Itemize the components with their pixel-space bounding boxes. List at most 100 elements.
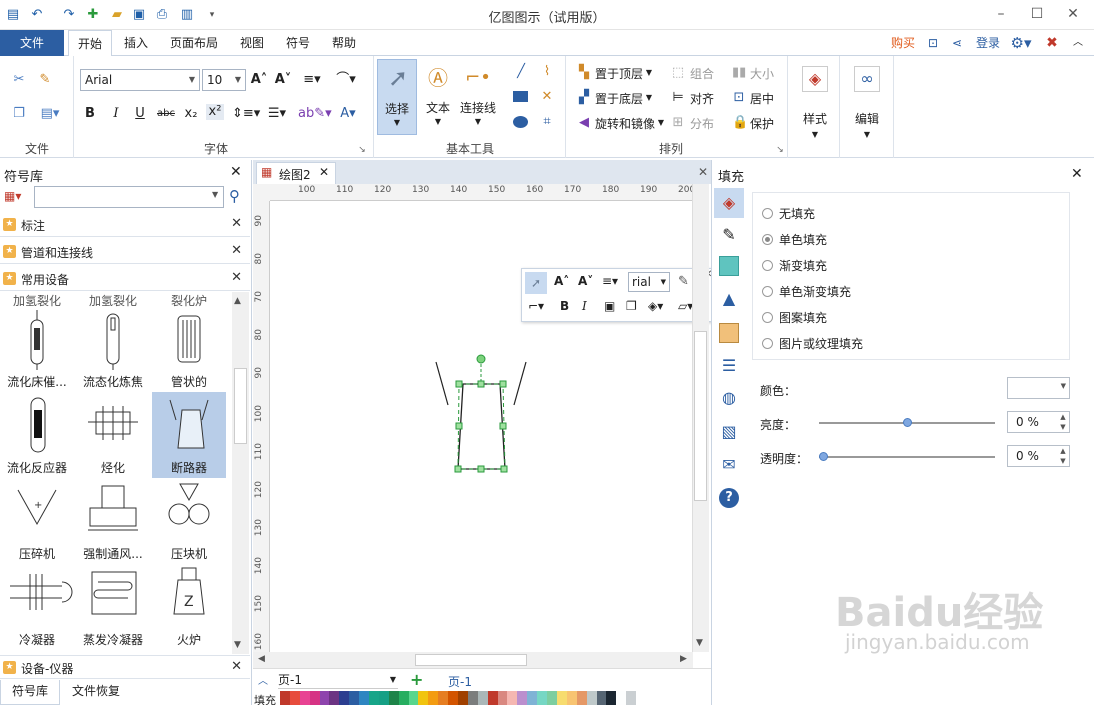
text-highlight-icon[interactable]: ab✎▾: [298, 106, 332, 122]
canvas-vscroll-thumb[interactable]: [694, 331, 707, 501]
category-close-icon[interactable]: ✕: [231, 659, 242, 674]
font-dialog-launcher-icon[interactable]: ↘: [356, 142, 368, 158]
symbol-briquetting[interactable]: 压块机: [152, 478, 226, 564]
symbol-condenser[interactable]: 冷凝器: [0, 564, 74, 650]
palette-swatch[interactable]: [398, 691, 409, 705]
symbol-evaporative-condenser[interactable]: 蒸发冷凝器: [76, 564, 150, 650]
category-close-icon[interactable]: ✕: [231, 243, 242, 258]
page-tab[interactable]: 页-1: [448, 673, 472, 690]
bring-to-front-icon[interactable]: ▚: [576, 65, 592, 81]
bold-icon[interactable]: B: [82, 106, 98, 122]
distribute-icon[interactable]: ⊞: [670, 115, 686, 131]
search-icon[interactable]: ⚲: [229, 187, 240, 205]
layer-panel-icon[interactable]: [719, 323, 739, 343]
rotation-handle[interactable]: [476, 354, 486, 364]
symbol-crusher[interactable]: + 压碎机: [0, 478, 74, 564]
floating-line-icon[interactable]: ▱▾: [678, 299, 693, 313]
symbol-circuit-breaker[interactable]: 断路器: [152, 392, 226, 478]
tab-page-layout[interactable]: 页面布局: [164, 30, 224, 56]
tab-view[interactable]: 视图: [232, 30, 272, 56]
edit-button[interactable]: ∞ 编辑 ▼: [844, 62, 890, 146]
tab-symbol-library[interactable]: 符号库: [0, 680, 60, 705]
buy-link[interactable]: 购买: [886, 30, 920, 56]
align-button[interactable]: 对齐: [690, 90, 714, 107]
rotate-mirror-button[interactable]: 旋转和镜像: [595, 115, 655, 132]
floating-connector-icon[interactable]: ⌐▾: [528, 299, 544, 313]
line-panel-icon[interactable]: ✎: [719, 225, 739, 245]
transparency-slider-knob[interactable]: [819, 452, 828, 461]
resize-handle[interactable]: [499, 380, 507, 388]
protect-icon[interactable]: 🔒: [732, 115, 748, 131]
symbol-fluid-bed-catalytic[interactable]: 流化床催...: [0, 306, 74, 392]
palette-swatch[interactable]: [349, 691, 360, 705]
shadow-panel-icon[interactable]: [719, 256, 739, 276]
palette-swatch[interactable]: [576, 691, 587, 705]
palette-swatch[interactable]: [458, 691, 468, 705]
distribute-button[interactable]: 分布: [690, 115, 714, 132]
select-tool-button[interactable]: ➚ 选择 ▼: [377, 59, 417, 135]
font-shrink-icon[interactable]: A˅: [274, 72, 292, 88]
floating-bold-icon[interactable]: B: [560, 299, 569, 313]
rotate-mirror-icon[interactable]: ◀: [576, 115, 592, 131]
floating-back-icon[interactable]: ❐: [626, 299, 637, 313]
symbol-forced-draft[interactable]: 强制通风...: [76, 478, 150, 564]
palette-swatch[interactable]: [339, 691, 350, 705]
palette-swatch[interactable]: [289, 691, 300, 705]
text-path-icon[interactable]: ⌒▾: [332, 72, 360, 88]
size-button[interactable]: 大小: [750, 65, 774, 82]
library-scrollbar[interactable]: [232, 292, 249, 654]
palette-swatch[interactable]: [517, 691, 528, 705]
tab-home[interactable]: 开始: [68, 30, 112, 57]
palette-swatch[interactable]: [428, 691, 439, 705]
symbol-furnace[interactable]: Z 火炉: [152, 564, 226, 650]
fill-option-image[interactable]: 图片或纹理填充: [762, 335, 863, 352]
palette-swatch[interactable]: [566, 691, 577, 705]
text-tool-button[interactable]: Ⓐ 文本 ▼: [420, 59, 456, 135]
fill-option-pattern[interactable]: 图案填充: [762, 309, 827, 326]
bring-to-front-button[interactable]: 置于顶层: [595, 65, 643, 82]
palette-swatch[interactable]: [507, 691, 518, 705]
canvas-scroll-left-icon[interactable]: ◀: [258, 654, 265, 664]
floating-pointer-icon[interactable]: ➚: [525, 272, 547, 294]
share-page-icon[interactable]: ⊡: [924, 30, 942, 56]
spinner-arrows-icon[interactable]: ▲ ▼: [1057, 446, 1069, 466]
font-size-select[interactable]: 10 ▼: [202, 69, 246, 91]
color-picker[interactable]: ▼: [1007, 377, 1070, 399]
resize-handle[interactable]: [455, 380, 463, 388]
canvas-scroll-right-icon[interactable]: ▶: [680, 654, 687, 664]
canvas-close-icon[interactable]: ✕: [698, 165, 708, 179]
paste-icon[interactable]: ▤▾: [36, 106, 64, 122]
library-menu-icon[interactable]: ▦▾: [4, 189, 30, 207]
rotate-mirror-arrow-icon[interactable]: ▼: [656, 115, 666, 131]
palette-swatch[interactable]: [299, 691, 310, 705]
palette-swatch[interactable]: [280, 691, 290, 705]
page-select[interactable]: 页-1 ▼: [278, 671, 398, 689]
spinner-arrows-icon[interactable]: ▲ ▼: [1057, 412, 1069, 432]
symbol-fluid-coking[interactable]: 流态化炼焦: [76, 306, 150, 392]
palette-swatch[interactable]: [378, 691, 389, 705]
line-tool-icon[interactable]: ╱: [512, 64, 530, 80]
settings-icon[interactable]: ⚙▾: [1008, 30, 1034, 56]
center-icon[interactable]: ⊡: [732, 90, 746, 106]
category-close-icon[interactable]: ✕: [231, 270, 242, 285]
fill-panel-close-icon[interactable]: ✕: [1071, 166, 1083, 182]
collapse-ribbon-icon[interactable]: ︿: [1068, 30, 1088, 56]
symbol-tubular[interactable]: 管状的: [152, 306, 226, 392]
group-icon[interactable]: ⬚: [670, 65, 686, 81]
canvas-scroll-down-icon[interactable]: ▼: [696, 638, 703, 648]
color-palette[interactable]: [280, 691, 637, 705]
superscript-icon[interactable]: x²: [206, 104, 224, 120]
document-tab[interactable]: ▦ 绘图2 ✕: [256, 162, 336, 184]
category-close-icon[interactable]: ✕: [231, 216, 242, 231]
palette-swatch[interactable]: [626, 691, 637, 705]
add-page-icon[interactable]: +: [410, 670, 423, 689]
tab-file-recovery[interactable]: 文件恢复: [64, 680, 128, 705]
document-tab-close-icon[interactable]: ✕: [319, 165, 329, 179]
resize-handle[interactable]: [500, 465, 508, 473]
login-link[interactable]: 登录: [972, 30, 1004, 56]
library-search-dropdown-icon[interactable]: ▼: [212, 190, 218, 199]
canvas-hscroll-thumb[interactable]: [415, 654, 527, 666]
palette-swatch[interactable]: [359, 691, 370, 705]
palette-swatch[interactable]: [487, 691, 498, 705]
floating-fill-icon[interactable]: ◈▾: [648, 299, 663, 313]
